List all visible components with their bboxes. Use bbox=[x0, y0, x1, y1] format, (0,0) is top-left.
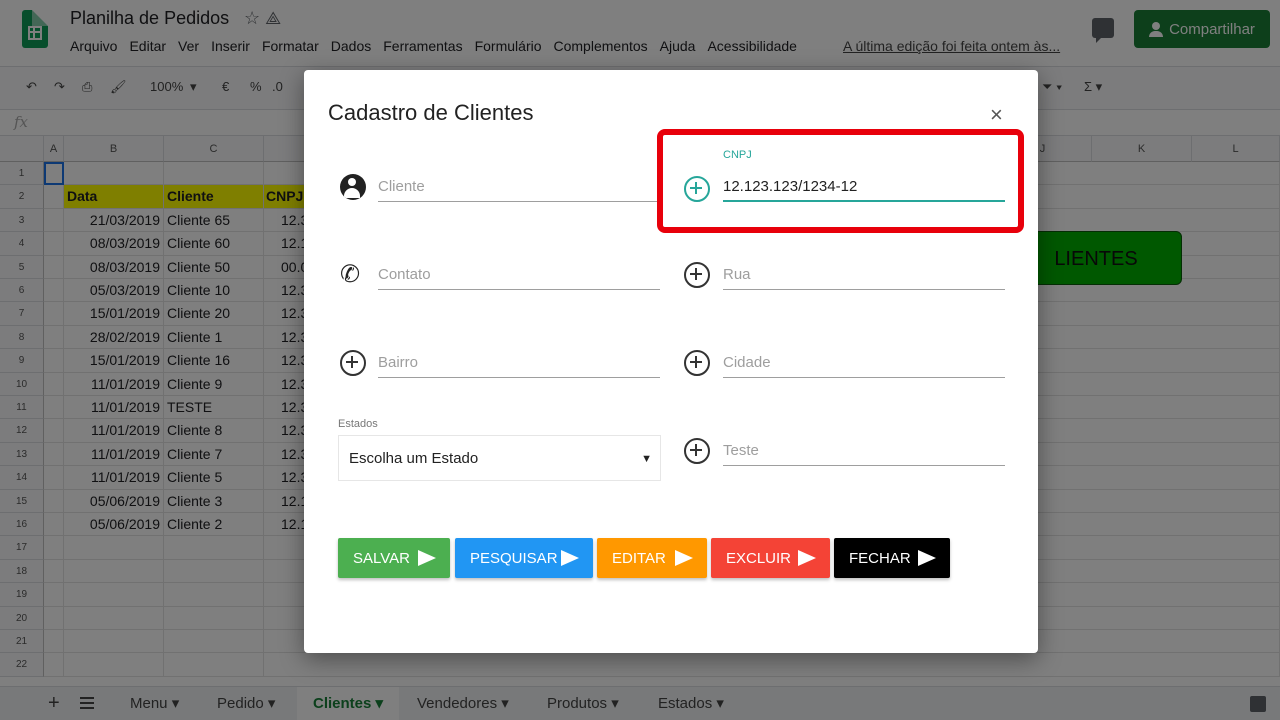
salvar-label: SALVAR bbox=[353, 549, 410, 567]
editar-label: EDITAR bbox=[612, 549, 666, 567]
fechar-button[interactable]: FECHAR bbox=[834, 538, 950, 578]
send-icon bbox=[798, 550, 816, 566]
estados-select[interactable]: Escolha um Estado ▼ bbox=[338, 435, 661, 481]
send-icon bbox=[418, 550, 436, 566]
add-circle-icon bbox=[340, 350, 366, 376]
contato-input[interactable] bbox=[378, 260, 660, 290]
add-circle-icon bbox=[684, 438, 710, 464]
excluir-button[interactable]: EXCLUIR bbox=[711, 538, 830, 578]
estados-label: Estados bbox=[338, 418, 378, 430]
excluir-label: EXCLUIR bbox=[726, 549, 792, 567]
send-icon bbox=[918, 550, 936, 566]
phone-icon: ✆ bbox=[340, 261, 361, 288]
salvar-button[interactable]: SALVAR bbox=[338, 538, 450, 578]
add-circle-icon bbox=[684, 176, 710, 202]
cnpj-label: CNPJ bbox=[723, 149, 752, 161]
pesquisar-label: PESQUISAR bbox=[470, 549, 558, 567]
cliente-input[interactable] bbox=[378, 172, 660, 202]
editar-button[interactable]: EDITAR bbox=[597, 538, 707, 578]
cadastro-clientes-dialog: Cadastro de Clientes × CNPJ ✆ Estados Es… bbox=[304, 70, 1038, 653]
close-icon[interactable]: × bbox=[990, 102, 1003, 128]
estados-selected: Escolha um Estado bbox=[349, 450, 479, 467]
dropdown-arrow-icon: ▼ bbox=[641, 453, 652, 465]
bairro-input[interactable] bbox=[378, 348, 660, 378]
dialog-title: Cadastro de Clientes bbox=[328, 100, 534, 125]
account-circle-icon bbox=[340, 174, 366, 200]
rua-input[interactable] bbox=[723, 260, 1005, 290]
pesquisar-button[interactable]: PESQUISAR bbox=[455, 538, 593, 578]
fechar-label: FECHAR bbox=[849, 549, 911, 567]
send-icon bbox=[675, 550, 693, 566]
add-circle-icon bbox=[684, 350, 710, 376]
send-icon bbox=[561, 550, 579, 566]
add-circle-icon bbox=[684, 262, 710, 288]
teste-input[interactable] bbox=[723, 436, 1005, 466]
cidade-input[interactable] bbox=[723, 348, 1005, 378]
cnpj-input[interactable] bbox=[723, 172, 1005, 202]
